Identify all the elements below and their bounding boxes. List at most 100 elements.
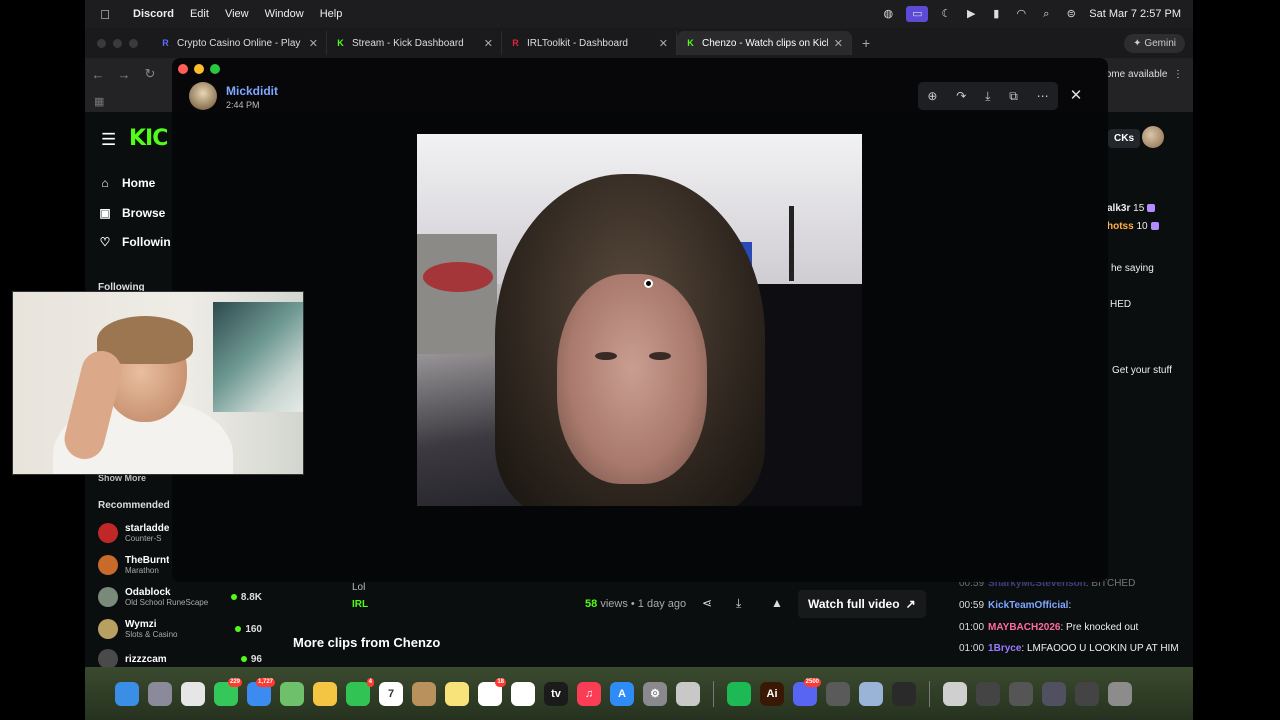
chat-message: 00:59 KickTeamOfficial: <box>959 600 1071 611</box>
reload-icon[interactable]: ↻ <box>137 66 163 82</box>
forward-icon[interactable]: ↷ <box>956 89 966 103</box>
watch-full-label: Watch full video <box>808 597 900 611</box>
calendar-icon[interactable]: 7 <box>379 681 403 706</box>
macos-menubar:  Discord Edit View Window Help ◍ ▭ ☾ ▶ … <box>85 0 1193 28</box>
apple-icon[interactable]:  <box>85 7 125 22</box>
photos-icon[interactable] <box>313 681 337 706</box>
topbar-button[interactable]: CKs <box>1108 129 1141 148</box>
chat-colon: : <box>1068 600 1072 611</box>
maps-icon[interactable] <box>280 681 304 706</box>
new-tab-icon[interactable]: + <box>852 35 880 51</box>
preview-icon[interactable] <box>859 681 883 706</box>
open-external-icon[interactable]: ⧉ <box>1009 89 1018 104</box>
forward-icon[interactable]: → <box>111 67 137 82</box>
play-icon[interactable]: ▶ <box>964 8 978 20</box>
author-avatar[interactable] <box>189 82 217 110</box>
tab-close-icon[interactable]: ✕ <box>834 37 843 50</box>
tab-close-icon[interactable]: ✕ <box>659 37 668 50</box>
calculator-icon[interactable] <box>826 681 850 706</box>
user-avatar[interactable] <box>1142 126 1164 148</box>
gemini-button[interactable]: ✦ Gemini <box>1124 33 1185 53</box>
apps-grid-icon[interactable]: ▦ <box>94 95 104 108</box>
menu-app-name[interactable]: Discord <box>125 8 182 20</box>
launchpad-icon[interactable] <box>148 681 172 706</box>
menu-edit[interactable]: Edit <box>182 8 217 20</box>
notes-icon[interactable] <box>445 681 469 706</box>
facetime-icon[interactable]: 4 <box>346 677 374 706</box>
nav-home[interactable]: ⌂ Home <box>98 176 155 190</box>
chat-text: LMFAOOO U LOOKIN UP AT HIM <box>1026 643 1179 654</box>
more-icon[interactable]: ⋯ <box>1037 89 1049 103</box>
chat-username[interactable]: KickTeamOfficial <box>988 600 1068 611</box>
back-icon[interactable]: ← <box>85 67 111 82</box>
window-controls[interactable] <box>85 38 152 48</box>
share-icon[interactable]: ⋖ <box>702 596 712 610</box>
moon-icon[interactable]: ☾ <box>939 8 953 20</box>
messages-icon[interactable]: 229 <box>214 677 242 706</box>
finder-icon[interactable] <box>115 681 139 706</box>
podcast-icon[interactable] <box>943 681 967 706</box>
battery-icon[interactable]: ▮ <box>989 8 1003 20</box>
window-icon[interactable] <box>976 681 1000 706</box>
nav-following[interactable]: ♡ Followin <box>98 235 171 249</box>
chat-username[interactable]: MAYBACH2026 <box>988 622 1060 633</box>
window-icon[interactable] <box>1009 681 1033 706</box>
wifi-icon[interactable]: ◠ <box>1014 8 1028 20</box>
browser-tab[interactable]: K Chenzo - Watch clips on Kick ✕ <box>677 31 852 55</box>
settings-icon[interactable]: ⚙ <box>643 681 667 706</box>
tab-close-icon[interactable]: ✕ <box>484 37 493 50</box>
spotify-icon[interactable] <box>727 681 751 706</box>
mail-icon[interactable]: 1,727 <box>247 677 275 706</box>
recommended-channel[interactable]: Odablock Old School RuneScape 8.8K <box>98 582 262 612</box>
control-center-icon[interactable]: ⊜ <box>1064 8 1078 20</box>
browser-tab[interactable]: K Stream - Kick Dashboard ✕ <box>327 31 502 55</box>
clip-category[interactable]: IRL <box>352 599 368 610</box>
screenshot-icon[interactable] <box>676 681 700 706</box>
menu-window[interactable]: Window <box>257 8 312 20</box>
menu-icon[interactable]: ☰ <box>101 130 116 150</box>
nav-browse[interactable]: ▣ Browse <box>98 206 165 220</box>
zoom-in-icon[interactable]: ⊕ <box>927 89 937 103</box>
chrome-icon[interactable] <box>181 681 205 706</box>
window-icon[interactable] <box>1075 681 1099 706</box>
menu-view[interactable]: View <box>217 8 257 20</box>
download-icon[interactable]: ⤓ <box>985 89 990 104</box>
search-icon[interactable]: ⌕ <box>1039 8 1053 20</box>
close-window-icon[interactable] <box>178 64 188 74</box>
close-icon[interactable]: ✕ <box>1064 84 1088 108</box>
discord-icon[interactable]: 2500 <box>793 677 821 706</box>
author-name[interactable]: Mickdidit <box>226 84 278 98</box>
dock-separator <box>929 680 930 707</box>
tv-icon[interactable]: tv <box>544 681 568 706</box>
music-icon[interactable]: ♫ <box>577 681 601 706</box>
recommended-channel[interactable]: Wymzi Slots & Casino 160 <box>98 614 262 644</box>
watch-full-video-button[interactable]: Watch full video ↗ <box>798 590 926 618</box>
report-icon[interactable]: ▲ <box>771 596 783 610</box>
network-icon[interactable]: ◍ <box>881 8 895 20</box>
browser-tab[interactable]: R Crypto Casino Online - Play w ✕ <box>152 31 327 55</box>
appstore-icon[interactable]: A <box>610 681 634 706</box>
chat-username[interactable]: 1Bryce <box>988 643 1021 654</box>
kick-logo[interactable]: KIC <box>129 126 168 151</box>
window-controls[interactable] <box>178 64 220 74</box>
obs-icon[interactable] <box>892 681 916 706</box>
views-suffix: views • 1 day ago <box>600 598 687 610</box>
browser-tab[interactable]: R IRLToolkit - Dashboard ✕ <box>502 31 677 55</box>
photo-eye <box>595 352 617 360</box>
viewer-image[interactable] <box>417 134 862 506</box>
download-icon[interactable]: ⤓ <box>736 596 741 611</box>
zoom-window-icon[interactable] <box>210 64 220 74</box>
reminders-icon[interactable]: 18 <box>478 677 506 706</box>
clock[interactable]: Sat Mar 7 2:57 PM <box>1089 8 1181 20</box>
minimize-window-icon[interactable] <box>194 64 204 74</box>
tab-close-icon[interactable]: ✕ <box>309 37 318 50</box>
trash-icon[interactable] <box>1108 681 1132 706</box>
update-available[interactable]: ome available ⋮ <box>1106 69 1193 80</box>
menu-help[interactable]: Help <box>312 8 351 20</box>
contacts-icon[interactable] <box>412 681 436 706</box>
screen-share-icon[interactable]: ▭ <box>906 6 929 22</box>
window-icon[interactable] <box>1042 681 1066 706</box>
freeform-icon[interactable] <box>511 681 535 706</box>
dock-badge: 18 <box>495 677 506 687</box>
illustrator-icon[interactable]: Ai <box>760 681 784 706</box>
